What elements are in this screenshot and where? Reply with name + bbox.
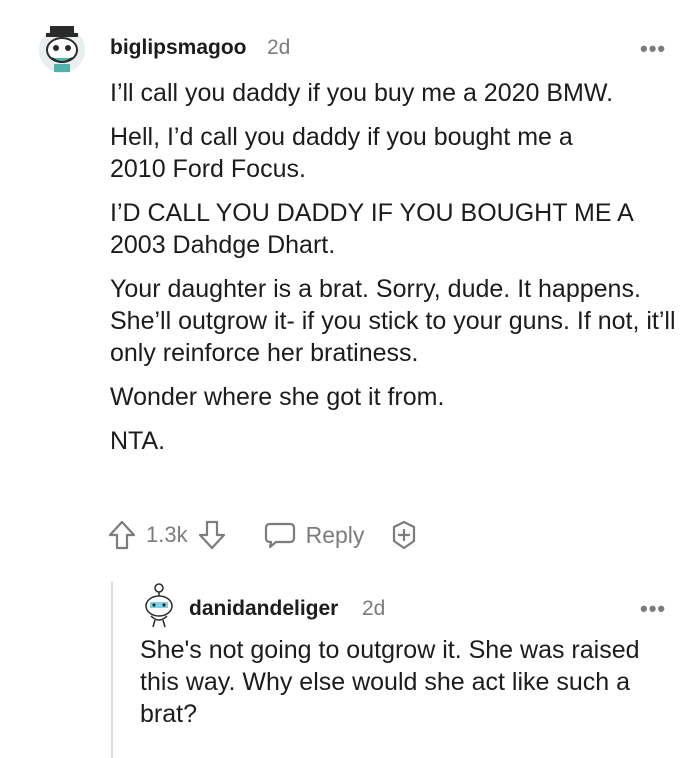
comment-thread: biglipsmagoo 2d ••• I’ll call you daddy … [0, 0, 700, 758]
comment-paragraph: Your daughter is a brat. Sorry, dude. It… [110, 275, 676, 367]
reply-body: She's not going to outgrow it. She was r… [140, 636, 640, 728]
speech-bubble-icon [264, 521, 296, 549]
award-plus-icon[interactable] [390, 520, 418, 550]
comment-body: I’ll call you daddy if you buy me a 2020… [110, 77, 680, 469]
username[interactable]: biglipsmagoo [110, 36, 247, 60]
more-options-icon[interactable]: ••• [640, 38, 666, 60]
comment-paragraph: Wonder where she got it from. [110, 383, 445, 411]
avatar[interactable] [36, 20, 88, 76]
comment-paragraph: Hell, I’d call you daddy if you bought m… [110, 123, 573, 183]
comment-paragraph: NTA. [110, 427, 166, 455]
comment-actions: 1.3k Reply [108, 515, 418, 555]
downvote-arrow-icon[interactable] [198, 520, 226, 550]
comment-paragraph: I’ll call you daddy if you buy me a 2020… [110, 79, 614, 107]
reply-avatar[interactable] [141, 582, 177, 628]
reply-timestamp: 2d [362, 597, 386, 620]
thread-line[interactable] [111, 582, 113, 758]
comment-paragraph: I’D CALL YOU DADDY IF YOU BOUGHT ME A 20… [110, 199, 633, 259]
reply-username[interactable]: danidandeliger [189, 597, 338, 621]
reply-button[interactable]: Reply [264, 521, 365, 549]
vote-count: 1.3k [146, 522, 188, 547]
reply-more-options-icon[interactable]: ••• [640, 598, 666, 620]
reply-label: Reply [305, 521, 365, 548]
upvote-arrow-icon[interactable] [108, 520, 136, 550]
timestamp: 2d [267, 36, 291, 59]
